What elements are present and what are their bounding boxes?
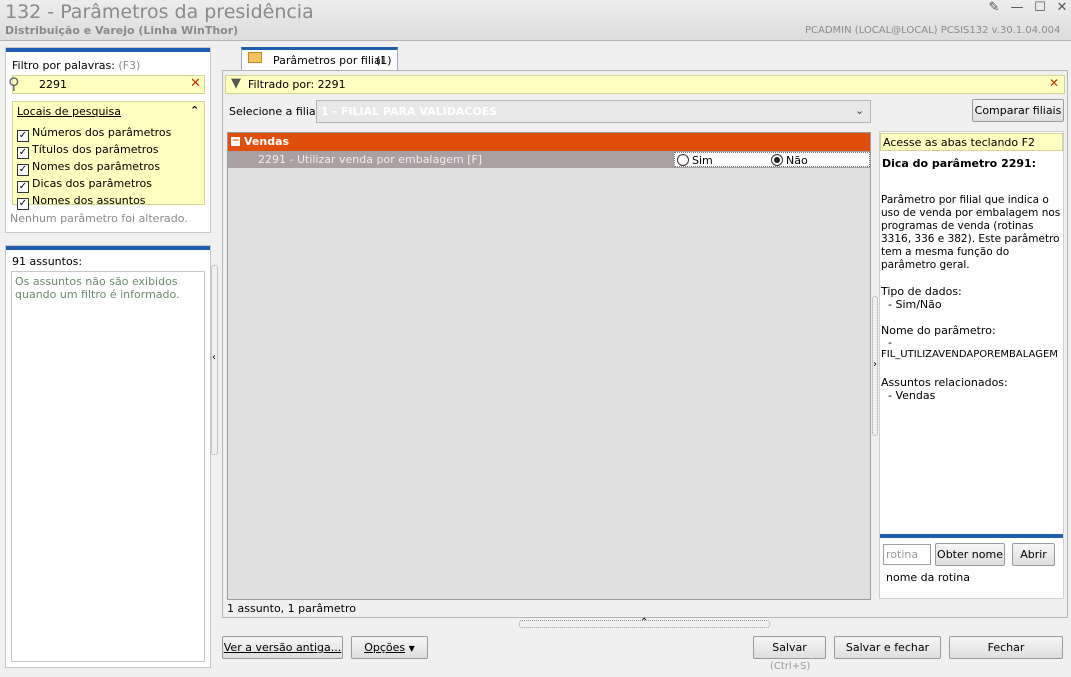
table-row[interactable]: 2291 - Utilizar venda por embalagem [F] … [228,151,870,168]
radio-icon [677,154,689,166]
routine-lookup: rotina Obter nome Abrir nome da rotina [880,534,1063,598]
parameters-grid: − Vendas 2291 - Utilizar venda por embal… [227,132,871,600]
grid-summary: 1 assunto, 1 parâmetro [227,602,356,615]
data-type-value: - Sim/Não [888,298,942,311]
filter-label: Filtro por palavras: [12,59,115,72]
checkbox-icon[interactable]: ✓ [17,181,29,193]
hint-panel: Acesse as abas teclando F2 Dica do parâm… [879,131,1064,599]
filter-shortcut: (F3) [118,59,141,72]
filter-bar: ▼ Filtrado por: 2291 ✕ [225,75,1065,94]
option-subjects[interactable]: ✓ Nomes dos assuntos [17,193,171,210]
group-title: Vendas [244,135,290,148]
close-icon[interactable]: ✕ [1053,1,1071,15]
filter-bar-text: Filtrado por: 2291 [248,78,346,91]
open-button[interactable]: Abrir [1012,543,1055,566]
routine-input[interactable]: rotina [883,544,931,565]
filter-panel: Filtro por palavras: (F3) ⚲ 2291 ✕ Locai… [5,47,211,233]
save-and-close-button[interactable]: Salvar e fechar [834,636,941,659]
left-splitter[interactable]: ‹ [211,265,218,455]
param-name-value: FIL_UTILIZAVENDAPOREMBALAGEM [881,349,1058,360]
related-label: Assuntos relacionados: [881,376,1008,389]
option-hints[interactable]: ✓ Dicas dos parâmetros [17,176,171,193]
filter-label-row: Filtro por palavras: (F3) [12,59,140,72]
subjects-count: 91 assuntos: [12,255,83,268]
filter-input-box[interactable]: ⚲ 2291 ✕ [8,74,205,94]
save-button[interactable]: Salvar [753,636,826,659]
subjects-message: Os assuntos não são exibidos quando um f… [11,271,205,662]
radio-selected-icon [771,154,783,166]
search-icon: ⚲ [8,74,20,93]
option-numbers[interactable]: ✓ Números dos parâmetros [17,125,171,142]
group-header-vendas[interactable]: − Vendas [228,133,870,151]
funnel-icon: ▼ [231,76,241,91]
clear-filter-icon[interactable]: ✕ [190,76,201,91]
collapse-right-icon[interactable]: › [873,359,877,370]
related-value: - Vendas [888,389,936,402]
panel-accent-bar [880,534,1063,538]
old-version-button[interactable]: Ver a versão antiga... [222,636,343,659]
checkbox-icon[interactable]: ✓ [17,198,29,210]
get-name-button[interactable]: Obter nome [935,543,1005,566]
tab-label: Parâmetros por filial [273,54,384,67]
radio-nao[interactable]: Não [771,154,808,167]
subjects-panel: 91 assuntos: Os assuntos não são exibido… [5,245,211,668]
panel-accent-bar [6,48,210,52]
branch-label: Selecione a filial: [229,105,323,118]
search-locations-box: Locais de pesquisa ⌃ ✓ Números dos parâme… [12,101,205,210]
search-options-list: ✓ Números dos parâmetros ✓ Títulos dos par… [17,125,171,210]
bottom-splitter[interactable]: ⌃ [519,617,770,628]
hint-banner-text: Acesse as abas teclando F2 [883,136,1035,149]
tab-parameters-by-branch[interactable]: Parâmetros por filial (1) [241,47,398,71]
data-type-label: Tipo de dados: [881,285,962,298]
hint-title: Dica do parâmetro 2291: [882,157,1037,170]
compare-branches-button[interactable]: Comparar filiais [972,99,1064,122]
main-panel: ▼ Filtrado por: 2291 ✕ Selecione a filia… [222,70,1068,618]
right-splitter[interactable]: › [872,296,878,436]
param-name-dash: - [888,336,892,349]
option-names[interactable]: ✓ Nomes dos parâmetros [17,159,171,176]
window-subtitle: Distribuição e Varejo (Linha WinThor) [5,24,239,37]
folder-icon [248,52,262,63]
user-info: PCADMIN (LOCAL@LOCAL) PCSIS132 v.30.1.04… [805,25,1061,36]
chevron-down-icon[interactable]: ⌄ [855,104,864,117]
panel-accent-bar [6,246,210,250]
title-bar: 132 - Parâmetros da presidência Distribu… [0,0,1071,41]
radio-sim[interactable]: Sim [677,154,713,167]
dropdown-arrow-icon: ▼ [408,644,415,653]
search-locations-title: Locais de pesquisa [17,105,121,118]
close-button[interactable]: Fechar [949,636,1063,659]
save-shortcut: (Ctrl+S) [770,661,811,672]
branch-select-value: 1 - FILIAL PARA VALIDACOES [321,105,498,118]
collapse-icon[interactable]: ⌃ [190,104,199,117]
filter-status: Nenhum parâmetro foi alterado. [10,212,188,225]
maximize-icon[interactable]: ☐ [1031,1,1049,15]
collapse-left-icon[interactable]: ‹ [212,352,216,363]
parameter-value-cell[interactable]: Sim Não [674,152,870,167]
hint-banner: Acesse as abas teclando F2 [880,133,1063,151]
hint-description: Parâmetro por filial que indica o uso de… [881,194,1061,271]
param-name-label: Nome do parâmetro: [881,324,996,337]
checkbox-icon[interactable]: ✓ [17,147,29,159]
window-title: 132 - Parâmetros da presidência [5,1,314,23]
clear-filter-bar-icon[interactable]: ✕ [1049,76,1059,90]
parameter-label: 2291 - Utilizar venda por embalagem [F] [258,153,483,166]
checkbox-icon[interactable]: ✓ [17,164,29,176]
minimize-icon[interactable]: — [1008,1,1026,15]
option-titles[interactable]: ✓ Títulos dos parâmetros [17,142,171,159]
checkbox-icon[interactable]: ✓ [17,130,29,142]
routine-name-label: nome da rotina [886,571,970,584]
branch-select[interactable]: 1 - FILIAL PARA VALIDACOES ⌄ [316,100,871,123]
edit-icon[interactable]: ✎ [985,1,1003,15]
filter-input[interactable]: 2291 [39,78,67,91]
collapse-group-icon[interactable]: − [231,137,240,146]
collapse-bottom-icon[interactable]: ⌃ [640,617,648,628]
tab-count: (1) [376,54,392,67]
options-button[interactable]: Opções ▼ [351,636,428,659]
